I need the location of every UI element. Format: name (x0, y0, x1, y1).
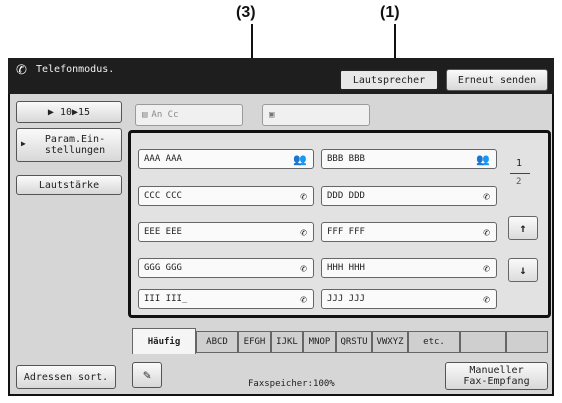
callout-3: (3) (236, 4, 256, 21)
directory-entry[interactable]: JJJ JJJ ✆ (321, 289, 497, 309)
tab-haeufig[interactable]: Häufig (132, 328, 196, 354)
arrow-up-icon: ↑ (519, 221, 527, 235)
fax-memory-status: Faxspeicher:100% (248, 379, 335, 389)
directory-entry[interactable]: BBB BBB 👥 (321, 149, 497, 169)
group-icon: 👥 (293, 152, 307, 166)
address-sort-button[interactable]: Adressen sort. (16, 365, 116, 389)
phone-icon: ✆ (300, 189, 307, 203)
entry-label: BBB BBB (327, 154, 365, 164)
manual-fax-receive-button[interactable]: Manueller Fax-Empfang (445, 362, 548, 390)
directory-entry[interactable]: AAA AAA 👥 (138, 149, 314, 169)
tab-ijkl[interactable]: IJKL (271, 331, 303, 353)
page-total: 2 (516, 177, 522, 187)
manual-receive-label-1: Manueller (469, 365, 524, 376)
directory-entry[interactable]: III III_ ✆ (138, 289, 314, 309)
callout-1: (1) (380, 4, 400, 21)
tab-mnop[interactable]: MNOP (303, 331, 336, 353)
entry-label: III III_ (144, 294, 188, 304)
arrow-down-icon: ↓ (519, 263, 527, 277)
resend-button[interactable]: Erneut senden (446, 69, 548, 91)
phone-icon: ✆ (483, 189, 490, 203)
entry-label: GGG GGG (144, 263, 182, 273)
entry-label: EEE EEE (144, 227, 182, 237)
tab-vwxyz[interactable]: VWXYZ (372, 331, 408, 353)
screen-title: Telefonmodus. (36, 64, 115, 75)
speaker-button[interactable]: Lautsprecher (339, 69, 439, 91)
page-divider (510, 173, 530, 174)
note-pen-icon: ✎ (143, 367, 151, 383)
param-settings-label-1: Param.Ein- (44, 134, 106, 145)
entry-label: FFF FFF (327, 227, 365, 237)
address-slot-to-cc[interactable]: ▤ An Cc (135, 104, 243, 126)
entry-label: CCC CCC (144, 191, 182, 201)
manual-receive-label-2: Fax-Empfang (463, 376, 530, 387)
phone-icon: ✆ (300, 225, 307, 239)
memo-button[interactable]: ✎ (132, 362, 162, 388)
phone-icon: ✆ (483, 292, 490, 306)
page-down-button[interactable]: ↓ (508, 258, 538, 282)
tab-efgh[interactable]: EFGH (238, 331, 271, 353)
tab-etc[interactable]: etc. (408, 331, 460, 353)
directory-entry[interactable]: CCC CCC ✆ (138, 186, 314, 206)
page-current: 1 (516, 158, 523, 169)
phone-icon: ✆ (300, 292, 307, 306)
entry-label: HHH HHH (327, 263, 365, 273)
param-settings-button[interactable]: Param.Ein- stellungen (16, 128, 122, 162)
entry-label: AAA AAA (144, 154, 182, 164)
directory-entry[interactable]: FFF FFF ✆ (321, 222, 497, 242)
entry-label: DDD DDD (327, 191, 365, 201)
address-slot-label: An Cc (151, 110, 179, 120)
address-slot-2[interactable]: ▣ (262, 104, 370, 126)
mode-toggle-button[interactable]: ▶ 10▶15 (16, 101, 122, 123)
tab-custom-2[interactable] (506, 331, 548, 353)
param-arrow-icon: ▶ (21, 139, 26, 148)
phone-icon: ✆ (483, 225, 490, 239)
phone-icon: ✆ (483, 261, 490, 275)
page-up-button[interactable]: ↑ (508, 216, 538, 240)
phone-mode-icon: ✆ (16, 63, 27, 78)
volume-button[interactable]: Lautstärke (16, 175, 122, 195)
fax-doc-icon: ▣ (269, 110, 275, 120)
param-settings-label-2: stellungen (44, 145, 106, 156)
tab-custom-1[interactable] (460, 331, 506, 353)
entry-label: JJJ JJJ (327, 294, 365, 304)
tab-qrstu[interactable]: QRSTU (336, 331, 372, 353)
directory-entry[interactable]: HHH HHH ✆ (321, 258, 497, 278)
phone-icon: ✆ (300, 261, 307, 275)
group-icon: 👥 (476, 152, 490, 166)
directory-entry[interactable]: GGG GGG ✆ (138, 258, 314, 278)
tab-abcd[interactable]: ABCD (196, 331, 238, 353)
directory-entry[interactable]: DDD DDD ✆ (321, 186, 497, 206)
directory-entry[interactable]: EEE EEE ✆ (138, 222, 314, 242)
address-book-icon: ▤ (142, 110, 148, 120)
